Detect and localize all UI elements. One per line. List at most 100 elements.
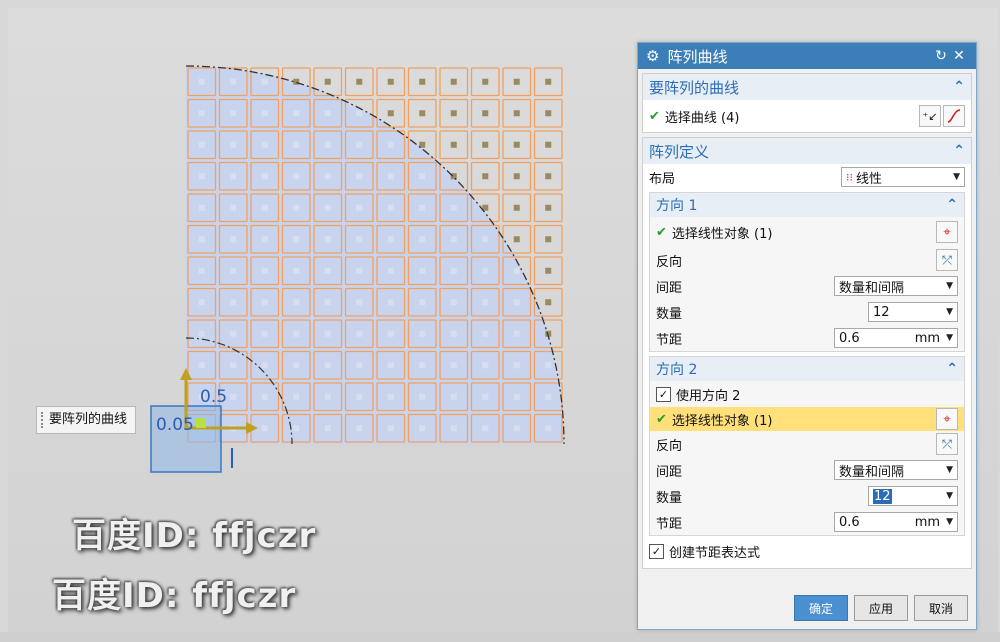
crosshair-icon[interactable]: ⌖ (936, 221, 958, 243)
cell-marker (450, 267, 457, 274)
count-input[interactable]: 12 ▼ (868, 302, 958, 322)
unit-label: mm (914, 330, 941, 346)
cell-marker (324, 204, 331, 211)
spacing-select[interactable]: 数量和间隔 ▼ (834, 276, 958, 296)
cell-marker (545, 393, 552, 400)
cell-marker (387, 141, 394, 148)
collapse-icon[interactable]: ⌃ (953, 79, 965, 95)
curve-rule-icon[interactable]: ⁺↙ (919, 105, 941, 127)
cell-marker (261, 299, 268, 306)
chevron-down-icon: ▼ (946, 307, 953, 317)
cell-marker (513, 330, 520, 337)
direction-1-group: 方向 1 ⌃ ✔ 选择线性对象 (1) ⌖ 反向 ⤱ 间距 数量和间隔 ▼ 数量 (649, 192, 965, 352)
layout-select[interactable]: ⁝⁝ 线性 ▼ (841, 167, 965, 187)
collapse-icon[interactable]: ⌃ (946, 197, 958, 213)
cell-marker (324, 393, 331, 400)
spacing-select[interactable]: 数量和间隔 ▼ (834, 460, 958, 480)
cell-marker (450, 78, 457, 85)
cell-marker (198, 362, 205, 369)
cell-marker (293, 110, 300, 117)
cell-marker (513, 299, 520, 306)
watermark: 百度ID: ffjczr (72, 516, 317, 556)
cell-marker (419, 110, 426, 117)
cell-marker (450, 141, 457, 148)
cell-marker (198, 267, 205, 274)
cell-marker (261, 267, 268, 274)
spacing-label: 间距 (656, 464, 683, 480)
quarter-disc (186, 66, 564, 444)
cell-marker (324, 236, 331, 243)
pattern-definition-section: 阵列定义 ⌃ 布局 ⁝⁝ 线性 ▼ 方向 1 ⌃ ✔ 选择线性对象 (1) ⌖ … (642, 137, 972, 569)
cancel-button[interactable]: 取消 (914, 595, 968, 621)
apply-button[interactable]: 应用 (854, 595, 908, 621)
reverse-direction-icon[interactable]: ⤱ (936, 433, 958, 455)
cell-marker (450, 425, 457, 432)
dimension-label: 0.05 (156, 415, 194, 435)
cell-marker (293, 330, 300, 337)
cell-marker (356, 267, 363, 274)
cell-marker (230, 78, 237, 85)
cell-marker (230, 236, 237, 243)
collapse-icon[interactable]: ⌃ (953, 143, 965, 159)
cell-marker (261, 362, 268, 369)
cell-marker (419, 425, 426, 432)
cell-marker (356, 299, 363, 306)
close-icon[interactable]: ✕ (950, 48, 968, 64)
cell-marker (482, 236, 489, 243)
cell-marker (230, 393, 237, 400)
chevron-down-icon: ▼ (946, 333, 953, 343)
count-input[interactable]: 12 ▼ (868, 486, 958, 506)
pitch-input[interactable]: 0.6 mm ▼ (834, 512, 958, 532)
pitch-label: 节距 (656, 516, 683, 532)
dimension-label: 0.5 (200, 387, 227, 407)
cell-marker (545, 204, 552, 211)
create-pitch-expression-checkbox[interactable]: ✓ (649, 543, 664, 559)
pitch-label: 节距 (656, 332, 683, 348)
layout-label: 布局 (649, 171, 676, 187)
reset-icon[interactable]: ↻ (932, 48, 950, 64)
direction-1-header[interactable]: 方向 1 ⌃ (650, 193, 964, 217)
use-direction-2-checkbox[interactable]: ✓ (656, 386, 671, 402)
cell-marker (450, 393, 457, 400)
select-curve-label[interactable]: 选择曲线 (4) (665, 107, 917, 126)
direction-2-header[interactable]: 方向 2 ⌃ (650, 357, 964, 381)
cell-marker (450, 204, 457, 211)
collapse-icon[interactable]: ⌃ (946, 361, 958, 377)
cell-marker (545, 78, 552, 85)
cell-marker (356, 141, 363, 148)
crosshair-icon[interactable]: ⌖ (936, 408, 958, 430)
cell-marker (482, 110, 489, 117)
cell-marker (356, 362, 363, 369)
select-linear-object-label[interactable]: 选择线性对象 (1) (672, 223, 934, 242)
cell-marker (293, 393, 300, 400)
cell-marker (198, 236, 205, 243)
cell-marker (293, 173, 300, 180)
cell-marker (198, 330, 205, 337)
reverse-direction-icon[interactable]: ⤱ (936, 249, 958, 271)
pattern-curve-dialog: ⚙ 阵列曲线 ↻ ✕ 要阵列的曲线 ⌃ ✔ 选择曲线 (4) ⁺↙ 阵列定义 ⌃… (637, 42, 977, 630)
cell-marker (293, 236, 300, 243)
curves-section-header[interactable]: 要阵列的曲线 ⌃ (643, 74, 971, 100)
cell-marker (482, 78, 489, 85)
pattern-section-header[interactable]: 阵列定义 ⌃ (643, 138, 971, 164)
unit-label: mm (914, 514, 941, 530)
cell-marker (261, 330, 268, 337)
curves-section: 要阵列的曲线 ⌃ ✔ 选择曲线 (4) ⁺↙ (642, 73, 972, 133)
select-linear-object-label[interactable]: 选择线性对象 (1) (672, 410, 934, 429)
select-curve-icon[interactable] (943, 105, 965, 127)
ok-button[interactable]: 确定 (794, 595, 848, 621)
check-icon: ✔ (649, 108, 660, 124)
dialog-title: 阵列曲线 (667, 47, 728, 66)
check-icon: ✔ (656, 224, 667, 240)
pitch-input[interactable]: 0.6 mm ▼ (834, 328, 958, 348)
cell-marker (482, 267, 489, 274)
cell-marker (482, 141, 489, 148)
count-label: 数量 (656, 490, 683, 506)
cell-marker (230, 141, 237, 148)
cell-marker (324, 299, 331, 306)
cell-marker (293, 299, 300, 306)
origin-marker[interactable] (196, 418, 206, 428)
cell-marker (482, 425, 489, 432)
cell-marker (482, 173, 489, 180)
cell-marker (450, 173, 457, 180)
